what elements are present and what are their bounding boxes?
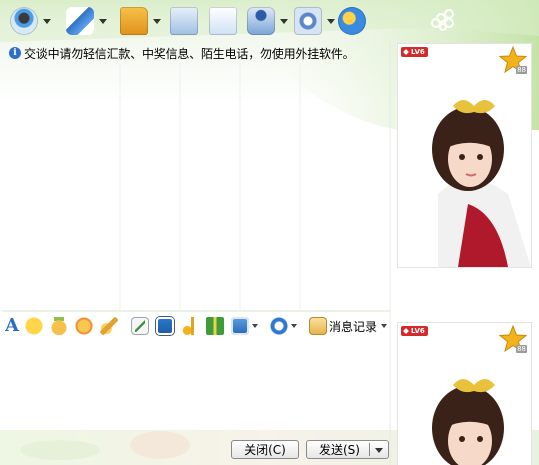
info-icon: i: [9, 47, 21, 59]
gift-icon[interactable]: [205, 317, 224, 335]
level-badge: LV6: [401, 326, 428, 336]
chevron-down-icon[interactable]: [380, 324, 387, 328]
send-file-icon: [120, 7, 148, 35]
chevron-down-icon[interactable]: [99, 18, 107, 24]
add-contact-icon: [209, 7, 237, 35]
profile-panel: LV6 88 LV6 88: [391, 0, 539, 465]
star-number: 88: [516, 345, 527, 353]
send-file-button[interactable]: [120, 6, 161, 36]
level-badge: LV6: [401, 47, 428, 57]
shake-window-icon[interactable]: [74, 317, 93, 335]
chevron-down-icon[interactable]: [43, 18, 51, 24]
close-button-label: 关闭(C): [244, 443, 286, 457]
screen-capture-icon[interactable]: [155, 317, 174, 335]
chevron-down-icon[interactable]: [251, 324, 258, 328]
vip-star-icon[interactable]: 88: [498, 45, 528, 74]
send-picture-icon[interactable]: [230, 317, 249, 335]
mail-button[interactable]: [170, 6, 198, 36]
close-button[interactable]: 关闭(C): [231, 440, 299, 459]
app-settings-icon: [294, 7, 322, 35]
send-button-divider: [369, 443, 370, 456]
chat-window: i 交谈中请勿轻信汇款、中奖信息、陌生电话，勿使用外挂软件。 A 消息记录 关闭…: [0, 0, 539, 465]
user-info-button[interactable]: [247, 6, 288, 36]
add-contact-button[interactable]: [209, 6, 237, 36]
chevron-down-icon[interactable]: [327, 18, 335, 24]
send-button-label: 发送(S): [319, 443, 360, 457]
message-history-button[interactable]: 消息记录: [308, 317, 393, 335]
chevron-down-icon[interactable]: [153, 18, 161, 24]
input-toolbar: A 消息记录: [5, 314, 391, 338]
microphone-icon: [66, 7, 94, 35]
soso-icon[interactable]: [269, 317, 288, 335]
scribble-icon[interactable]: [99, 317, 118, 335]
my-show-photo[interactable]: LV6 88: [397, 322, 532, 465]
security-warning: i 交谈中请勿轻信汇款、中奖信息、陌生电话，勿使用外挂软件。: [9, 45, 389, 61]
edit-image-icon[interactable]: [130, 317, 149, 335]
voice-button[interactable]: [66, 6, 107, 36]
star-number: 88: [516, 66, 527, 74]
contact-avatar-image: [398, 44, 531, 267]
font-icon[interactable]: A: [5, 317, 19, 335]
message-history-area[interactable]: [2, 63, 390, 311]
send-options-chevron-icon[interactable]: [375, 448, 383, 453]
music-icon[interactable]: [180, 317, 199, 335]
contact-show-photo[interactable]: LV6 88: [397, 43, 532, 268]
emoticon-icon[interactable]: [24, 317, 43, 335]
remote-assist-button[interactable]: [338, 6, 366, 36]
mail-icon: [170, 7, 198, 35]
app-settings-button[interactable]: [294, 6, 335, 36]
message-input[interactable]: [2, 340, 390, 435]
webcam-icon: [10, 7, 38, 35]
chevron-down-icon[interactable]: [280, 18, 288, 24]
warning-text: 交谈中请勿轻信汇款、中奖信息、陌生电话，勿使用外挂软件。: [24, 46, 355, 61]
user-info-icon: [247, 7, 275, 35]
webcam-button[interactable]: [10, 6, 51, 36]
remote-assist-icon: [338, 7, 366, 35]
magic-emoticon-icon[interactable]: [49, 317, 68, 335]
main-toolbar: [0, 0, 400, 42]
vip-star-icon[interactable]: 88: [498, 324, 528, 353]
message-history-icon: [308, 317, 327, 335]
send-button[interactable]: 发送(S): [306, 440, 389, 459]
chevron-down-icon[interactable]: [290, 324, 297, 328]
message-history-label: 消息记录: [328, 319, 377, 334]
